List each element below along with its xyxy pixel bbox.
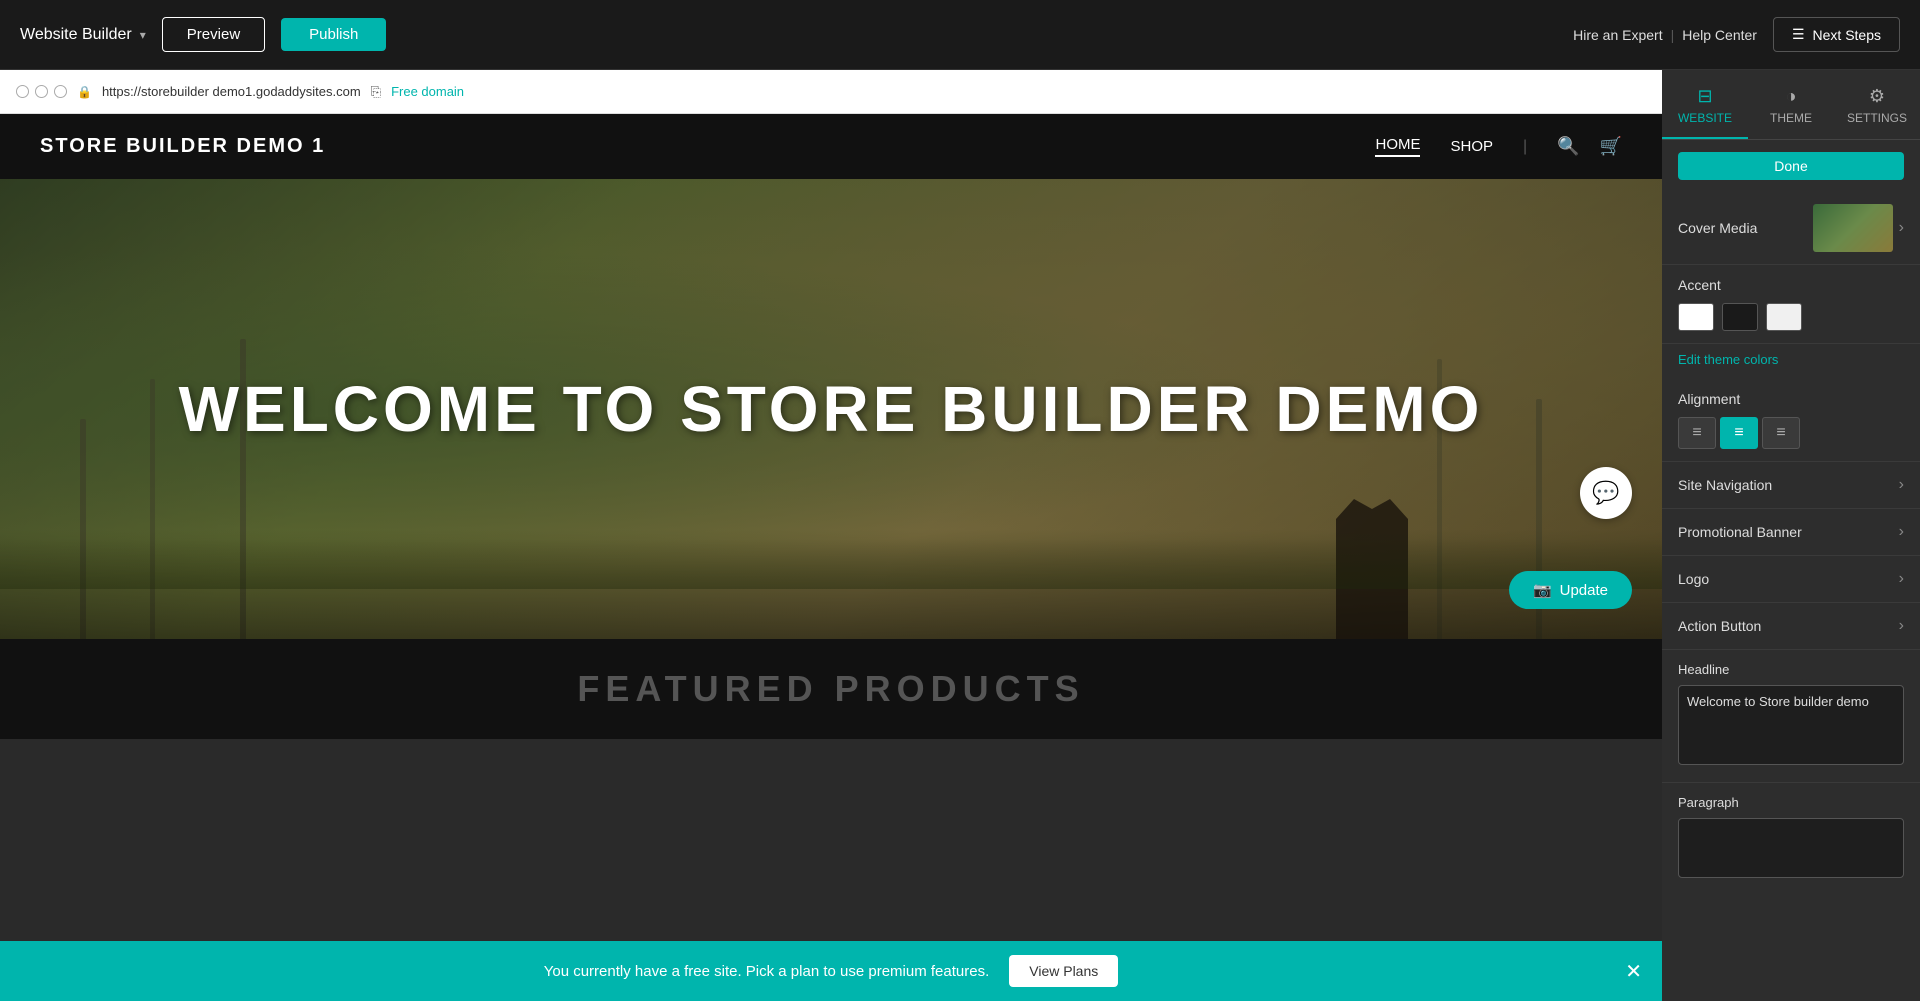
logo-label: Logo bbox=[1678, 571, 1709, 587]
preview-button[interactable]: Preview bbox=[162, 17, 265, 52]
paragraph-textarea[interactable] bbox=[1678, 818, 1904, 878]
site-navigation-label: Site Navigation bbox=[1678, 477, 1772, 493]
brand-label: Website Builder bbox=[20, 26, 132, 44]
align-left-button[interactable]: ≡ bbox=[1678, 417, 1716, 449]
accent-label: Accent bbox=[1678, 277, 1904, 293]
copy-domain-icon: ⎘ bbox=[371, 84, 381, 100]
hero-section[interactable]: WELCOME TO STORE BUILDER DEMO 📷 Update 💬 bbox=[0, 179, 1662, 639]
website-tab-icon: ⊟ bbox=[1697, 86, 1712, 107]
nav-separator: | bbox=[1523, 138, 1527, 156]
separator: | bbox=[1671, 27, 1675, 43]
next-steps-button[interactable]: ☰ Next Steps bbox=[1773, 17, 1900, 52]
alignment-buttons: ≡ ≡ ≡ bbox=[1678, 417, 1904, 449]
theme-tab-label: THEME bbox=[1770, 111, 1812, 125]
promotional-banner-chevron-icon: › bbox=[1899, 523, 1904, 541]
tab-theme[interactable]: ◑ THEME bbox=[1748, 70, 1834, 139]
banner-text: You currently have a free site. Pick a p… bbox=[544, 963, 990, 980]
dot-green bbox=[54, 85, 67, 98]
cover-media-row[interactable]: Cover Media › bbox=[1662, 192, 1920, 265]
align-right-button[interactable]: ≡ bbox=[1762, 417, 1800, 449]
update-button[interactable]: 📷 Update bbox=[1509, 571, 1632, 609]
headline-label: Headline bbox=[1678, 662, 1904, 677]
dot-yellow bbox=[35, 85, 48, 98]
promotional-banner-row[interactable]: Promotional Banner › bbox=[1662, 509, 1920, 556]
accent-swatches bbox=[1678, 303, 1904, 331]
cover-media-label: Cover Media bbox=[1678, 220, 1757, 236]
accent-swatch-white[interactable] bbox=[1678, 303, 1714, 331]
camera-icon: 📷 bbox=[1533, 581, 1552, 599]
chat-button[interactable]: 💬 bbox=[1580, 467, 1632, 519]
next-steps-label: Next Steps bbox=[1813, 27, 1881, 43]
panel-tabs: ⊟ WEBSITE ◑ THEME ⚙ SETTINGS bbox=[1662, 70, 1920, 140]
action-button-label: Action Button bbox=[1678, 618, 1761, 634]
action-button-row[interactable]: Action Button › bbox=[1662, 603, 1920, 650]
logo-row[interactable]: Logo › bbox=[1662, 556, 1920, 603]
headline-section: Headline Welcome to Store builder demo bbox=[1662, 650, 1920, 783]
nav-icons: 🔍 🛒 bbox=[1557, 136, 1622, 157]
tab-website[interactable]: ⊟ WEBSITE bbox=[1662, 70, 1748, 139]
search-icon[interactable]: 🔍 bbox=[1557, 136, 1579, 157]
brand-chevron-icon: ▾ bbox=[140, 28, 146, 42]
browser-bar: 🔒 https://storebuilder demo1.godaddysite… bbox=[0, 70, 1662, 114]
alignment-label: Alignment bbox=[1678, 391, 1904, 407]
cover-media-thumbnail[interactable] bbox=[1813, 204, 1893, 252]
accent-row: Accent bbox=[1662, 265, 1920, 344]
lock-icon: 🔒 bbox=[77, 85, 92, 99]
settings-tab-label: SETTINGS bbox=[1847, 111, 1907, 125]
cover-media-chevron-icon: › bbox=[1899, 219, 1904, 237]
view-plans-button[interactable]: View Plans bbox=[1009, 955, 1118, 987]
site-nav: STORE BUILDER DEMO 1 HOME SHOP | 🔍 🛒 bbox=[0, 114, 1662, 179]
help-center-link[interactable]: Help Center bbox=[1682, 27, 1757, 43]
theme-tab-icon: ◑ bbox=[1786, 86, 1797, 107]
action-button-chevron-icon: › bbox=[1899, 617, 1904, 635]
main-area: 🔒 https://storebuilder demo1.godaddysite… bbox=[0, 70, 1920, 1001]
edit-theme-colors-link[interactable]: Edit theme colors bbox=[1662, 344, 1920, 379]
accent-swatch-black[interactable] bbox=[1722, 303, 1758, 331]
publish-button[interactable]: Publish bbox=[281, 18, 386, 51]
browser-dots bbox=[16, 85, 67, 98]
alignment-row: Alignment ≡ ≡ ≡ bbox=[1662, 379, 1920, 462]
site-logo: STORE BUILDER DEMO 1 bbox=[40, 135, 325, 158]
banner-close-button[interactable]: ✕ bbox=[1625, 959, 1642, 984]
nav-shop[interactable]: SHOP bbox=[1450, 138, 1493, 155]
logo-chevron-icon: › bbox=[1899, 570, 1904, 588]
dot-red bbox=[16, 85, 29, 98]
nav-home[interactable]: HOME bbox=[1375, 136, 1420, 157]
done-button[interactable]: Done bbox=[1678, 152, 1904, 180]
site-nav-links: HOME SHOP | 🔍 🛒 bbox=[1375, 136, 1622, 157]
site-navigation-row[interactable]: Site Navigation › bbox=[1662, 462, 1920, 509]
paragraph-section: Paragraph bbox=[1662, 783, 1920, 895]
browser-url[interactable]: https://storebuilder demo1.godaddysites.… bbox=[102, 84, 361, 99]
topbar: Website Builder ▾ Preview Publish Hire a… bbox=[0, 0, 1920, 70]
cart-icon[interactable]: 🛒 bbox=[1600, 136, 1622, 157]
chat-icon: 💬 bbox=[1592, 480, 1619, 506]
ground-overlay bbox=[0, 529, 1662, 589]
website-preview: STORE BUILDER DEMO 1 HOME SHOP | 🔍 🛒 bbox=[0, 114, 1662, 941]
canvas-area: 🔒 https://storebuilder demo1.godaddysite… bbox=[0, 70, 1662, 1001]
featured-title: FEATURED PRODUCTS bbox=[577, 668, 1084, 710]
next-steps-icon: ☰ bbox=[1792, 26, 1805, 43]
settings-tab-icon: ⚙ bbox=[1869, 86, 1885, 107]
headline-textarea[interactable]: Welcome to Store builder demo bbox=[1678, 685, 1904, 765]
tab-settings[interactable]: ⚙ SETTINGS bbox=[1834, 70, 1920, 139]
free-domain-link[interactable]: Free domain bbox=[391, 84, 464, 99]
hire-expert-link[interactable]: Hire an Expert bbox=[1573, 27, 1662, 43]
featured-section: FEATURED PRODUCTS bbox=[0, 639, 1662, 739]
align-center-button[interactable]: ≡ bbox=[1720, 417, 1758, 449]
paragraph-label: Paragraph bbox=[1678, 795, 1904, 810]
update-label: Update bbox=[1560, 582, 1608, 599]
hero-title: WELCOME TO STORE BUILDER DEMO bbox=[179, 372, 1484, 446]
promotional-banner-label: Promotional Banner bbox=[1678, 524, 1802, 540]
right-panel: ⊟ WEBSITE ◑ THEME ⚙ SETTINGS Done Cover … bbox=[1662, 70, 1920, 1001]
upgrade-banner: You currently have a free site. Pick a p… bbox=[0, 941, 1662, 1001]
website-tab-label: WEBSITE bbox=[1678, 111, 1732, 125]
site-navigation-chevron-icon: › bbox=[1899, 476, 1904, 494]
accent-swatch-light[interactable] bbox=[1766, 303, 1802, 331]
topbar-links: Hire an Expert | Help Center bbox=[1573, 27, 1757, 43]
brand-logo[interactable]: Website Builder ▾ bbox=[20, 26, 146, 44]
